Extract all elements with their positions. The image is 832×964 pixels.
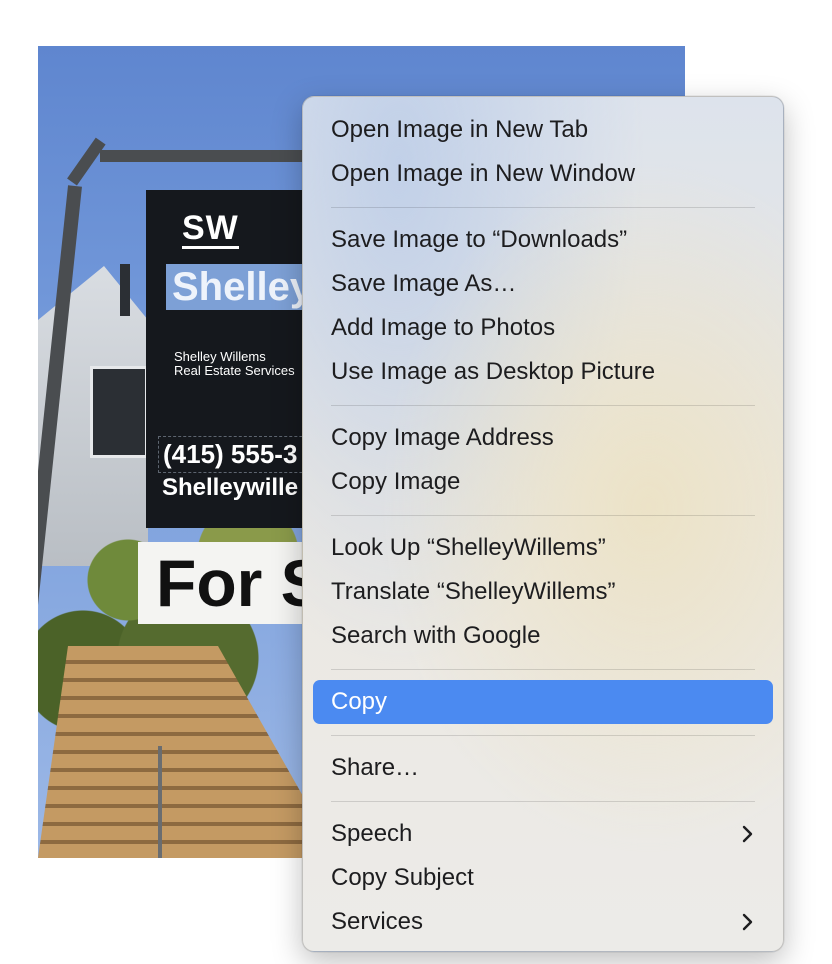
menu-item-translate-shelleywillems[interactable]: Translate “ShelleyWillems” <box>313 570 773 614</box>
menu-item-add-image-to-photos[interactable]: Add Image to Photos <box>313 306 773 350</box>
menu-item-label: Copy <box>331 688 388 715</box>
menu-item-use-image-as-desktop-picture[interactable]: Use Image as Desktop Picture <box>313 350 773 394</box>
handrail <box>158 746 162 858</box>
sign-subtitle-line2: Real Estate Services <box>174 363 295 378</box>
menu-item-label: Open Image in New Tab <box>331 116 589 143</box>
menu-item-save-image-to-downloads[interactable]: Save Image to “Downloads” <box>313 218 773 262</box>
menu-item-label: Add Image to Photos <box>331 314 556 341</box>
menu-separator <box>331 515 755 516</box>
menu-item-label: Search with Google <box>331 622 541 649</box>
menu-separator <box>331 405 755 406</box>
menu-item-copy-image-address[interactable]: Copy Image Address <box>313 416 773 460</box>
menu-item-copy-image[interactable]: Copy Image <box>313 460 773 504</box>
menu-separator <box>331 801 755 802</box>
sign-subtitle: Shelley Willems Real Estate Services <box>174 350 295 378</box>
menu-item-label: Translate “ShelleyWillems” <box>331 578 616 605</box>
menu-item-look-up-shelleywillems[interactable]: Look Up “ShelleyWillems” <box>313 526 773 570</box>
menu-item-open-image-in-new-tab[interactable]: Open Image in New Tab <box>313 108 773 152</box>
menu-item-label: Speech <box>331 820 413 847</box>
sign-logo: SW <box>182 209 239 249</box>
menu-item-label: Use Image as Desktop Picture <box>331 358 656 385</box>
chevron-right-icon <box>742 825 753 843</box>
menu-item-label: Services <box>331 908 424 935</box>
menu-item-label: Share… <box>331 754 420 781</box>
chevron-right-icon <box>742 913 753 931</box>
menu-item-label: Save Image to “Downloads” <box>331 226 628 253</box>
house-window-small <box>120 264 130 316</box>
menu-item-label: Look Up “ShelleyWillems” <box>331 534 606 561</box>
menu-item-share[interactable]: Share… <box>313 746 773 790</box>
menu-item-label: Copy Subject <box>331 864 474 891</box>
menu-item-search-with-google[interactable]: Search with Google <box>313 614 773 658</box>
menu-item-copy[interactable]: Copy <box>313 680 773 724</box>
menu-separator <box>331 207 755 208</box>
menu-item-speech[interactable]: Speech <box>313 812 773 856</box>
menu-item-open-image-in-new-window[interactable]: Open Image in New Window <box>313 152 773 196</box>
menu-separator <box>331 735 755 736</box>
menu-item-services[interactable]: Services <box>313 900 773 944</box>
menu-item-copy-subject[interactable]: Copy Subject <box>313 856 773 900</box>
menu-item-label: Copy Image <box>331 468 461 495</box>
menu-item-label: Save Image As… <box>331 270 517 297</box>
menu-item-label: Open Image in New Window <box>331 160 636 187</box>
menu-item-save-image-as[interactable]: Save Image As… <box>313 262 773 306</box>
sign-subtitle-line1: Shelley Willems <box>174 349 266 364</box>
menu-separator <box>331 669 755 670</box>
menu-item-label: Copy Image Address <box>331 424 554 451</box>
context-menu: Open Image in New Tab Open Image in New W… <box>302 96 784 952</box>
house-window <box>90 366 148 458</box>
